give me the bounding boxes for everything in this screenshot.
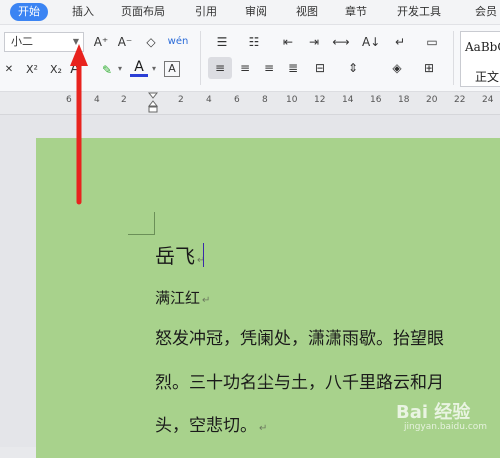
shrink-font-button[interactable]: A⁻	[116, 34, 134, 50]
tab-view[interactable]: 视图	[296, 3, 318, 21]
indent-marker-icon[interactable]	[148, 92, 158, 114]
ruler-tick: 14	[342, 95, 354, 105]
title-text: 岳飞	[155, 244, 195, 268]
ruler-tick: 20	[426, 95, 438, 105]
ruler-tick: 18	[398, 95, 410, 105]
chevron-down-icon[interactable]: ▾	[150, 61, 158, 77]
ribbon-toolbar: 小二 ▼ A⁺ A⁻ ◇ wén ✕ X² X₂ A ✎ ▾ A ▾ A ☰ ☷…	[0, 25, 500, 92]
table-style-icon[interactable]: ▭	[422, 34, 442, 50]
ruler-tick: 4	[206, 95, 212, 105]
ruler-tick: 22	[454, 95, 466, 105]
character-border-button[interactable]: A	[164, 61, 180, 77]
tab-insert[interactable]: 插入	[72, 3, 94, 21]
margin-corner-mark	[128, 212, 155, 235]
ruler-tick: 4	[94, 95, 100, 105]
paragraph-mark-icon: ↵	[202, 295, 211, 306]
show-marks-icon[interactable]: ↵	[390, 34, 410, 50]
chinese-layout-icon[interactable]: ⟷	[330, 34, 352, 50]
tab-review[interactable]: 审阅	[245, 3, 267, 21]
clear-format-button[interactable]: ◇	[142, 34, 160, 50]
shading-icon[interactable]: ◈	[388, 60, 406, 76]
body-line-1[interactable]: 怒发冲冠，凭阑处，潇潇雨歇。抬望眼	[155, 324, 444, 349]
ruler-tick: 24	[482, 95, 494, 105]
pinyin-guide-button[interactable]: wén	[165, 34, 191, 50]
body-line-2[interactable]: 烈。三十功名尘与土，八千里路云和月	[155, 368, 444, 393]
align-right-icon[interactable]: ≡	[260, 60, 278, 76]
tab-developer[interactable]: 开发工具	[397, 3, 441, 21]
body-line-3[interactable]: 头，空悲切。 ↵	[155, 411, 267, 436]
style-preview-body: 正文	[475, 70, 500, 84]
increase-indent-icon[interactable]: ⇥	[304, 34, 324, 50]
ruler-tick: 10	[286, 95, 298, 105]
subtitle-text: 满江红	[155, 289, 201, 307]
sort-icon[interactable]: A↓	[362, 34, 380, 50]
ruler-tick: 6	[66, 95, 72, 105]
ribbon-tab-bar: 开始 插入 页面布局 引用 审阅 视图 章节 开发工具 会员	[0, 0, 500, 25]
text-effect-button[interactable]: A	[68, 61, 82, 77]
justify-icon[interactable]: ≣	[284, 60, 302, 76]
font-color-button[interactable]: A	[130, 60, 148, 77]
grow-font-button[interactable]: A⁺	[92, 34, 110, 50]
document-subtitle-line[interactable]: 满江红 ↵	[155, 287, 210, 308]
horizontal-ruler[interactable]: 6 4 2 2 4 6 8 10 12 14 16 18 20 22 24	[0, 92, 500, 115]
group-divider	[200, 31, 201, 85]
ruler-tick: 16	[370, 95, 382, 105]
tab-section[interactable]: 章节	[345, 3, 367, 21]
chevron-down-icon[interactable]: ▼	[73, 33, 79, 51]
tab-membership[interactable]: 会员	[475, 3, 497, 21]
ruler-tick: 6	[234, 95, 240, 105]
strikethrough-icon[interactable]: ✕	[2, 62, 16, 78]
styles-gallery[interactable]: AaBbC 正文	[460, 31, 500, 87]
chevron-down-icon[interactable]: ▾	[116, 61, 124, 77]
body-line-3-text: 头，空悲切。	[155, 416, 257, 436]
ruler-tick: 12	[314, 95, 326, 105]
align-left-icon: ≡	[214, 61, 226, 75]
bullet-list-icon[interactable]: ☰	[212, 34, 232, 50]
align-center-icon[interactable]: ≡	[236, 60, 254, 76]
font-size-value: 小二	[11, 35, 33, 48]
group-divider	[453, 31, 454, 85]
highlight-color-button[interactable]: ✎	[98, 62, 116, 78]
ruler-tick: 8	[262, 95, 268, 105]
decrease-indent-icon[interactable]: ⇤	[278, 34, 298, 50]
paragraph-mark-icon: ↵	[259, 423, 268, 434]
document-title-line[interactable]: 岳飞 ↵	[155, 240, 205, 269]
borders-icon[interactable]: ⊞	[420, 60, 438, 76]
watermark-text: Bai 经验	[396, 402, 471, 423]
superscript-button[interactable]: X²	[22, 62, 42, 78]
distributed-align-icon[interactable]: ⊟	[310, 60, 330, 76]
font-size-select[interactable]: 小二 ▼	[4, 32, 84, 52]
subscript-button[interactable]: X₂	[46, 62, 66, 78]
line-spacing-icon[interactable]: ⇕	[344, 60, 362, 76]
watermark-url: jingyan.baidu.com	[404, 422, 488, 432]
ruler-tick: 2	[178, 95, 184, 105]
tab-references[interactable]: 引用	[195, 3, 217, 21]
tab-home[interactable]: 开始	[10, 3, 48, 21]
baidu-watermark: Bai 经验 jingyan.baidu.com	[396, 398, 487, 432]
ruler-tick: 2	[121, 95, 127, 105]
tab-page-layout[interactable]: 页面布局	[121, 3, 165, 21]
numbered-list-icon[interactable]: ☷	[244, 34, 264, 50]
text-cursor	[203, 243, 204, 267]
paragraph-mark-icon: ↵	[197, 255, 206, 266]
style-preview-heading: AaBbC	[465, 40, 500, 54]
